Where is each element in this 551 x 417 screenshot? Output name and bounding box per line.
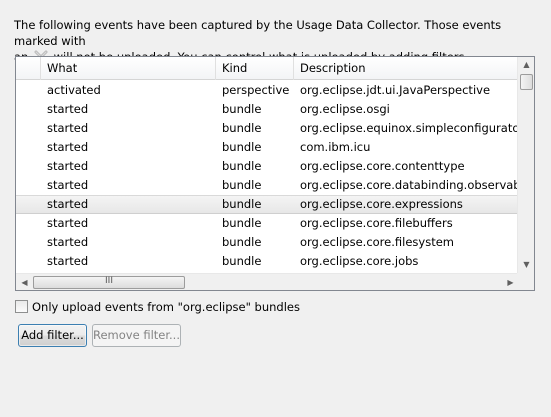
cell-kind: bundle — [222, 159, 262, 173]
cell-description: org.eclipse.jdt.ui.JavaPerspective — [300, 83, 491, 97]
cell-kind: bundle — [222, 121, 262, 135]
cell-what: started — [47, 159, 89, 173]
cell-what: started — [47, 178, 89, 192]
table-row[interactable]: started bundle com.ibm.icu — [16, 138, 519, 157]
table-row[interactable]: started bundle org.eclipse.core.filesystem — [16, 233, 519, 252]
cell-kind: bundle — [222, 140, 262, 154]
add-filter-button[interactable]: Add filter... — [18, 324, 87, 347]
events-table[interactable]: What Kind Description activated perspecti… — [15, 56, 535, 291]
filter-checkbox-row[interactable]: Only upload events from "org.eclipse" bu… — [15, 299, 300, 315]
cell-description: org.eclipse.core.expressions — [300, 197, 463, 211]
table-row[interactable]: started bundle org.eclipse.core.contenttyp… — [16, 157, 519, 176]
remove-filter-button[interactable]: Remove filter... — [92, 324, 181, 347]
table-header: What Kind Description — [16, 57, 519, 80]
header-kind[interactable]: Kind — [216, 57, 294, 80]
table-row[interactable]: started bundle org.eclipse.equinox.simplec… — [16, 119, 519, 138]
cell-kind: bundle — [222, 235, 262, 249]
cell-kind: bundle — [222, 216, 262, 230]
cell-what: started — [47, 235, 89, 249]
table-body: activated perspective org.eclipse.jdt.ui.J… — [16, 81, 519, 271]
table-row[interactable]: started bundle org.eclipse.core.jobs — [16, 252, 519, 271]
filter-checkbox-label[interactable]: Only upload events from "org.eclipse" bu… — [32, 300, 300, 314]
header-icon-column[interactable] — [16, 57, 41, 80]
vertical-scroll-thumb[interactable] — [520, 74, 533, 90]
cell-what: started — [47, 216, 89, 230]
horizontal-scrollbar[interactable]: ◀ III ▶ — [16, 273, 519, 290]
cell-description: org.eclipse.core.contenttype — [300, 159, 465, 173]
cell-what: started — [47, 121, 89, 135]
cell-what: started — [47, 102, 89, 116]
scroll-left-arrow-icon[interactable]: ◀ — [16, 274, 33, 290]
header-what[interactable]: What — [41, 57, 216, 80]
filter-checkbox[interactable] — [15, 300, 28, 313]
horizontal-scroll-thumb[interactable]: III — [33, 276, 185, 289]
table-row[interactable]: started bundle org.eclipse.core.filebuffer… — [16, 214, 519, 233]
scroll-corner — [517, 273, 534, 290]
cell-kind: bundle — [222, 197, 262, 211]
cell-description: org.eclipse.core.databinding.observable — [300, 178, 518, 192]
cell-description: org.eclipse.core.filesystem — [300, 235, 454, 249]
cell-description: com.ibm.icu — [300, 140, 371, 154]
cell-what: started — [47, 140, 89, 154]
cell-what: started — [47, 254, 89, 268]
cell-description: org.eclipse.equinox.simpleconfigurator — [300, 121, 518, 135]
table-row[interactable]: started bundle org.eclipse.osgi — [16, 100, 519, 119]
scroll-down-arrow-icon[interactable]: ▼ — [518, 257, 534, 273]
cell-kind: bundle — [222, 102, 262, 116]
table-row[interactable]: started bundle org.eclipse.core.databindin… — [16, 176, 519, 195]
cell-what: started — [47, 197, 89, 211]
cell-kind: bundle — [222, 254, 262, 268]
cell-description: org.eclipse.core.filebuffers — [300, 216, 453, 230]
table-row[interactable]: started bundle org.eclipse.core.expression… — [16, 195, 519, 214]
cell-kind: perspective — [222, 83, 290, 97]
scroll-up-arrow-icon[interactable]: ▲ — [518, 57, 534, 73]
cell-description: org.eclipse.core.jobs — [300, 254, 419, 268]
vertical-scrollbar[interactable]: ▲ ▼ — [517, 57, 534, 273]
intro-line-1: The following events have been captured … — [14, 18, 502, 48]
table-row[interactable]: activated perspective org.eclipse.jdt.ui.J… — [16, 81, 519, 100]
cell-what: activated — [47, 83, 101, 97]
cell-kind: bundle — [222, 178, 262, 192]
cell-description: org.eclipse.osgi — [300, 102, 390, 116]
header-description[interactable]: Description — [294, 57, 519, 80]
